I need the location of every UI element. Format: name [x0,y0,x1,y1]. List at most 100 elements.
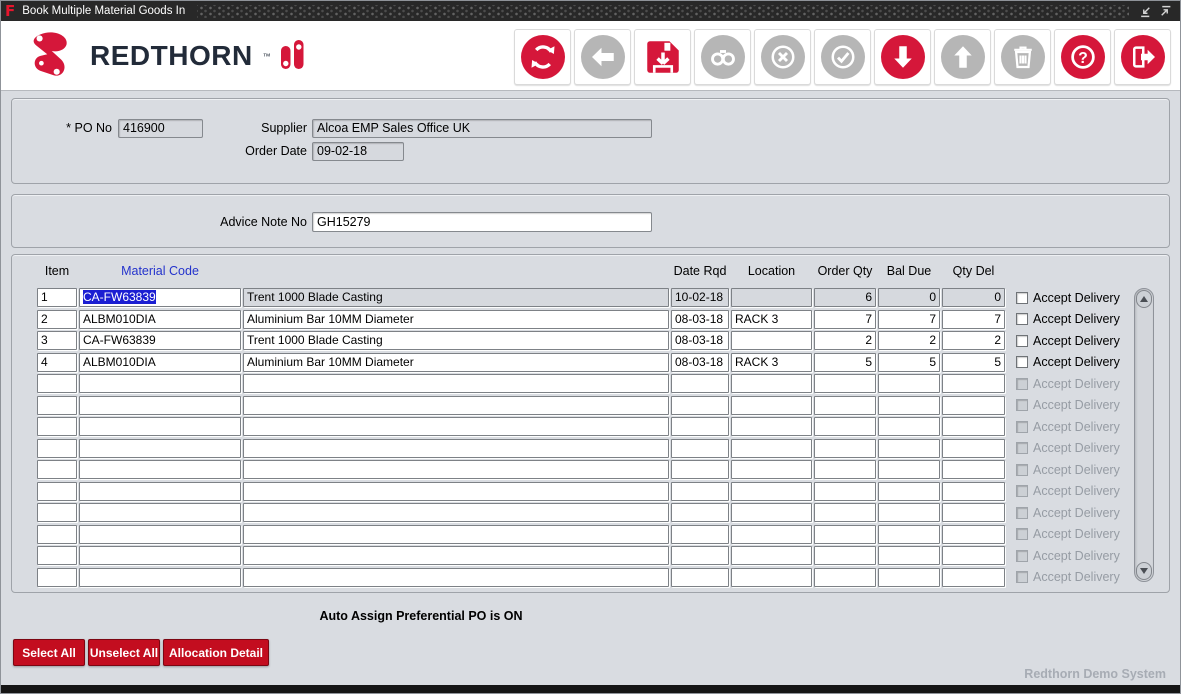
cell-material-code[interactable] [79,417,241,436]
cell-location[interactable] [731,568,812,587]
cell-qty-del[interactable] [942,439,1005,458]
cell-date-rqd[interactable] [671,417,729,436]
cell-qty-del[interactable] [942,546,1005,565]
cell-material-code[interactable]: ALBM010DIA [79,353,241,372]
accept-delivery-checkbox[interactable] [1016,378,1028,390]
previous-record-button[interactable] [934,29,991,85]
cell-qty-del[interactable] [942,396,1005,415]
cell-description[interactable]: Aluminium Bar 10MM Diameter [243,353,669,372]
cell-date-rqd[interactable] [671,396,729,415]
cell-item[interactable] [37,546,77,565]
cell-order-qty[interactable]: 7 [814,310,876,329]
cell-order-qty[interactable] [814,396,876,415]
cell-material-code[interactable] [79,482,241,501]
cell-order-qty[interactable]: 2 [814,331,876,350]
cell-order-qty[interactable] [814,374,876,393]
cancel-button[interactable] [754,29,811,85]
cell-description[interactable] [243,374,669,393]
cell-qty-del[interactable] [942,417,1005,436]
save-button[interactable] [634,29,691,85]
cell-order-qty[interactable] [814,568,876,587]
cell-date-rqd[interactable] [671,525,729,544]
help-button[interactable]: ? [1054,29,1111,85]
cell-location[interactable] [731,460,812,479]
cell-order-qty[interactable] [814,525,876,544]
cell-bal-due[interactable]: 0 [878,288,940,307]
accept-delivery-checkbox[interactable] [1016,442,1028,454]
cell-order-qty[interactable] [814,503,876,522]
scroll-up-button[interactable] [1136,290,1152,308]
cell-bal-due[interactable]: 5 [878,353,940,372]
cell-location[interactable] [731,396,812,415]
cell-item[interactable]: 1 [37,288,77,307]
cell-bal-due[interactable]: 2 [878,331,940,350]
accept-delivery-checkbox[interactable] [1016,571,1028,583]
cell-description[interactable]: Aluminium Bar 10MM Diameter [243,310,669,329]
cell-material-code[interactable] [79,503,241,522]
accept-delivery-checkbox[interactable] [1016,507,1028,519]
cell-date-rqd[interactable]: 08-03-18 [671,310,729,329]
cell-order-qty[interactable] [814,439,876,458]
cell-location[interactable] [731,331,812,350]
cell-order-qty[interactable] [814,417,876,436]
cell-qty-del[interactable] [942,568,1005,587]
cell-date-rqd[interactable] [671,439,729,458]
cell-description[interactable]: Trent 1000 Blade Casting [243,331,669,350]
cell-order-qty[interactable]: 5 [814,353,876,372]
cell-qty-del[interactable]: 7 [942,310,1005,329]
cell-material-code[interactable] [79,568,241,587]
select-all-button[interactable]: Select All [13,639,85,666]
cell-description[interactable] [243,417,669,436]
cell-date-rqd[interactable]: 10-02-18 [671,288,729,307]
exit-button[interactable] [1114,29,1171,85]
cell-item[interactable] [37,460,77,479]
cell-item[interactable] [37,503,77,522]
cell-description[interactable] [243,439,669,458]
scroll-down-button[interactable] [1136,562,1152,580]
cell-description[interactable] [243,396,669,415]
cell-bal-due[interactable] [878,503,940,522]
cell-bal-due[interactable] [878,396,940,415]
header-material-code[interactable]: Material Code [79,264,241,278]
refresh-button[interactable] [514,29,571,85]
cell-order-qty[interactable]: 6 [814,288,876,307]
cell-description[interactable]: Trent 1000 Blade Casting [243,288,669,307]
cell-date-rqd[interactable] [671,460,729,479]
cell-qty-del[interactable] [942,503,1005,522]
cell-bal-due[interactable] [878,568,940,587]
cell-qty-del[interactable] [942,460,1005,479]
cell-material-code[interactable]: CA-FW63839 [79,288,241,307]
cell-location[interactable] [731,546,812,565]
cell-item[interactable] [37,396,77,415]
cell-item[interactable] [37,525,77,544]
accept-delivery-checkbox[interactable] [1016,335,1028,347]
cell-description[interactable] [243,568,669,587]
cell-description[interactable] [243,546,669,565]
cell-location[interactable] [731,374,812,393]
advice-note-input[interactable]: GH15279 [312,212,652,232]
cell-date-rqd[interactable]: 08-03-18 [671,353,729,372]
cell-location[interactable] [731,288,812,307]
cell-material-code[interactable] [79,439,241,458]
cell-date-rqd[interactable]: 08-03-18 [671,331,729,350]
cell-date-rqd[interactable] [671,546,729,565]
cell-location[interactable] [731,482,812,501]
cell-item[interactable] [37,374,77,393]
cell-item[interactable]: 4 [37,353,77,372]
cell-location[interactable] [731,525,812,544]
cell-material-code[interactable] [79,525,241,544]
accept-delivery-checkbox[interactable] [1016,399,1028,411]
cell-location[interactable] [731,503,812,522]
cell-material-code[interactable]: CA-FW63839 [79,331,241,350]
cell-location[interactable]: RACK 3 [731,353,812,372]
cell-description[interactable] [243,482,669,501]
cell-description[interactable] [243,503,669,522]
cell-bal-due[interactable] [878,374,940,393]
cell-material-code[interactable]: ALBM010DIA [79,310,241,329]
accept-delivery-checkbox[interactable] [1016,528,1028,540]
cell-order-qty[interactable] [814,460,876,479]
back-button[interactable] [574,29,631,85]
maximize-icon[interactable] [1159,5,1172,18]
cell-item[interactable] [37,439,77,458]
cell-description[interactable] [243,525,669,544]
